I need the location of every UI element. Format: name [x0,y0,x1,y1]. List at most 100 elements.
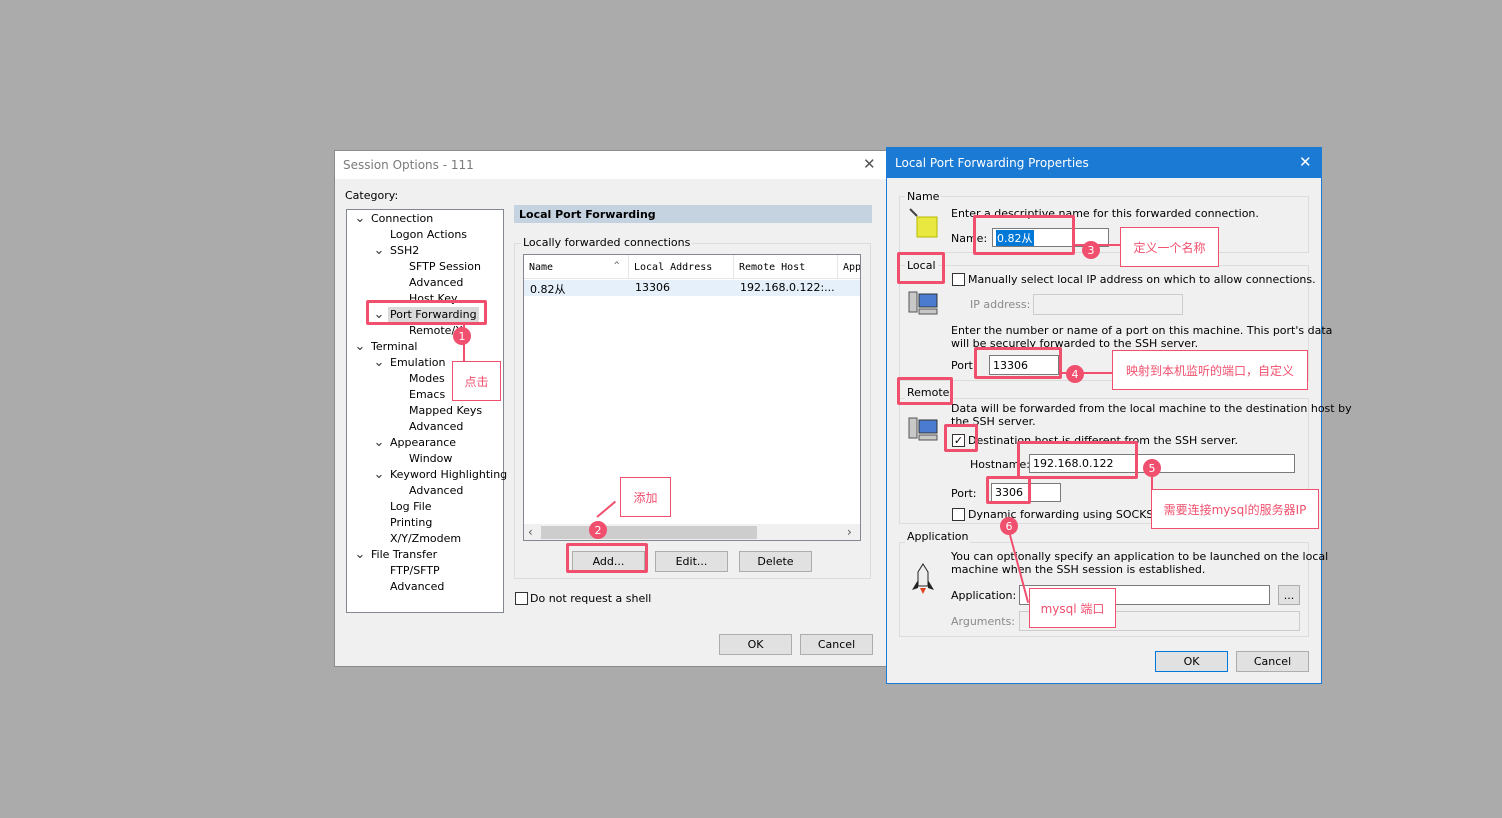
no-shell-checkbox[interactable] [515,592,528,605]
sticky-note-icon [907,207,939,239]
annotation-text-5: 需要连接mysql的服务器IP [1151,489,1319,529]
chevron-down-icon[interactable]: ⌄ [352,211,368,227]
session-options-window: Session Options - 111 ✕ Category: ⌄ Conne… [334,150,887,667]
chevron-down-icon[interactable]: ⌄ [371,467,387,483]
panel-header: Local Port Forwarding [514,205,872,223]
column-local-address[interactable]: Local Address [634,262,712,273]
dynamic-forwarding-checkbox[interactable] [952,508,965,521]
sidebar-item-advanced[interactable]: Advanced [409,419,463,435]
annotation-box-port-forwarding [366,300,487,325]
arguments-label: Arguments: [951,615,1016,628]
browse-button[interactable]: ... [1278,585,1300,605]
sidebar-item-emacs[interactable]: Emacs [409,387,445,403]
sidebar-item-emulation[interactable]: Emulation [390,355,446,371]
row-local: 13306 [635,281,670,294]
row-name: 0.82从 [530,283,566,296]
connections-list[interactable]: Name ^ Local Address Remote Host App 0.8… [523,254,861,541]
horizontal-scrollbar[interactable]: ‹ › [524,524,860,540]
scroll-thumb[interactable] [541,526,757,539]
ip-label: IP address: [970,298,1031,311]
rocket-icon [907,562,939,596]
sidebar-item-modes[interactable]: Modes [409,371,445,387]
close-icon[interactable]: ✕ [1299,153,1312,171]
annotation-text-4: 映射到本机监听的端口，自定义 [1112,350,1308,390]
props-ok-button[interactable]: OK [1155,651,1228,672]
sidebar-item-ftp-sftp[interactable]: FTP/SFTP [390,563,440,579]
annotation-number-6: 6 [1000,517,1018,535]
chevron-down-icon[interactable]: ⌄ [371,435,387,451]
application-group-label: Application [905,530,971,543]
sidebar-item-window[interactable]: Window [409,451,452,467]
sidebar-item-advanced[interactable]: Advanced [409,275,463,291]
manual-ip-label: Manually select local IP address on whic… [968,273,1316,286]
annotation-box-dest-checkbox [944,424,978,452]
column-name[interactable]: Name [529,262,553,273]
manual-ip-checkbox[interactable] [952,273,965,286]
properties-title-bar[interactable]: Local Port Forwarding Properties ✕ [887,148,1321,178]
annotation-number-3: 3 [1082,241,1100,259]
category-label: Category: [345,189,399,202]
local-port-label: Port: [951,359,977,372]
annotation-box-remote-port [986,476,1031,504]
row-remote: 192.168.0.122:... [740,281,835,294]
annotation-text-1: 点击 [452,361,501,401]
annotation-box-remote [897,377,953,405]
app-desc2: machine when the SSH session is establis… [951,563,1206,576]
session-title-bar[interactable]: Session Options - 111 ✕ [335,151,886,179]
sidebar-item-log-file[interactable]: Log File [390,499,432,515]
name-group-label: Name [905,190,942,203]
annotation-number-5: 5 [1143,459,1161,477]
session-cancel-button[interactable]: Cancel [800,634,873,655]
table-row[interactable]: 0.82从 13306 192.168.0.122:... [524,280,860,296]
annotation-number-2: 2 [589,521,607,539]
annotation-text-3: 定义一个名称 [1120,227,1219,267]
chevron-down-icon[interactable]: ⌄ [352,547,368,563]
scroll-left-icon[interactable]: ‹ [528,525,533,539]
panel-header-text: Local Port Forwarding [519,208,656,221]
sidebar-item-appearance[interactable]: Appearance [390,435,456,451]
column-remote-host[interactable]: Remote Host [739,262,805,273]
scroll-right-icon[interactable]: › [847,525,852,539]
sidebar-item-keyword-highlighting[interactable]: Keyword Highlighting [390,467,507,483]
annotation-text-6: mysql 端口 [1029,588,1116,628]
remote-port-label: Port: [951,487,977,500]
properties-title: Local Port Forwarding Properties [895,156,1089,170]
sidebar-item-sftp-session[interactable]: SFTP Session [409,259,481,275]
sidebar-item-x-y-zmodem[interactable]: X/Y/Zmodem [390,531,461,547]
annotation-text-2: 添加 [620,477,671,517]
props-cancel-button[interactable]: Cancel [1236,651,1309,672]
delete-button[interactable]: Delete [739,551,812,572]
list-header: Name ^ Local Address Remote Host App [524,255,860,279]
chevron-down-icon[interactable]: ⌄ [371,243,387,259]
session-ok-button[interactable]: OK [719,634,792,655]
app-desc1: You can optionally specify an applicatio… [951,550,1329,563]
annotation-number-1: 1 [453,327,471,345]
sidebar-item-connection[interactable]: Connection [371,211,433,227]
annotation-box-local-port [974,347,1062,379]
sidebar-item-ssh2[interactable]: SSH2 [390,243,419,259]
remote-desc1: Data will be forwarded from the local ma… [951,402,1352,415]
sidebar-item-terminal[interactable]: Terminal [371,339,418,355]
sidebar-item-mapped-keys[interactable]: Mapped Keys [409,403,482,419]
edit-button[interactable]: Edit... [655,551,728,572]
sidebar-item-printing[interactable]: Printing [390,515,432,531]
chevron-down-icon[interactable]: ⌄ [352,339,368,355]
sidebar-item-advanced[interactable]: Advanced [409,483,463,499]
computer-icon [907,414,941,446]
annotation-box-local [897,252,945,284]
ip-input[interactable] [1033,294,1183,315]
close-icon[interactable]: ✕ [863,155,876,173]
annotation-box-add [566,543,648,573]
annotation-box-hostname [1017,441,1138,479]
chevron-down-icon[interactable]: ⌄ [371,355,387,371]
sidebar-item-file-transfer[interactable]: File Transfer [371,547,437,563]
no-shell-label: Do not request a shell [530,592,652,605]
category-tree[interactable]: ⌄ Connection Logon Actions ⌄ SSH2 SFTP Sessio… [346,209,507,613]
sidebar-item-logon-actions[interactable]: Logon Actions [390,227,467,243]
column-app[interactable]: App [843,262,860,273]
computer-icon [907,288,941,320]
group-label: Locally forwarded connections [521,236,693,249]
annotation-number-4: 4 [1066,365,1084,383]
sidebar-item-advanced[interactable]: Advanced [390,579,444,595]
annotation-box-name [973,215,1075,255]
